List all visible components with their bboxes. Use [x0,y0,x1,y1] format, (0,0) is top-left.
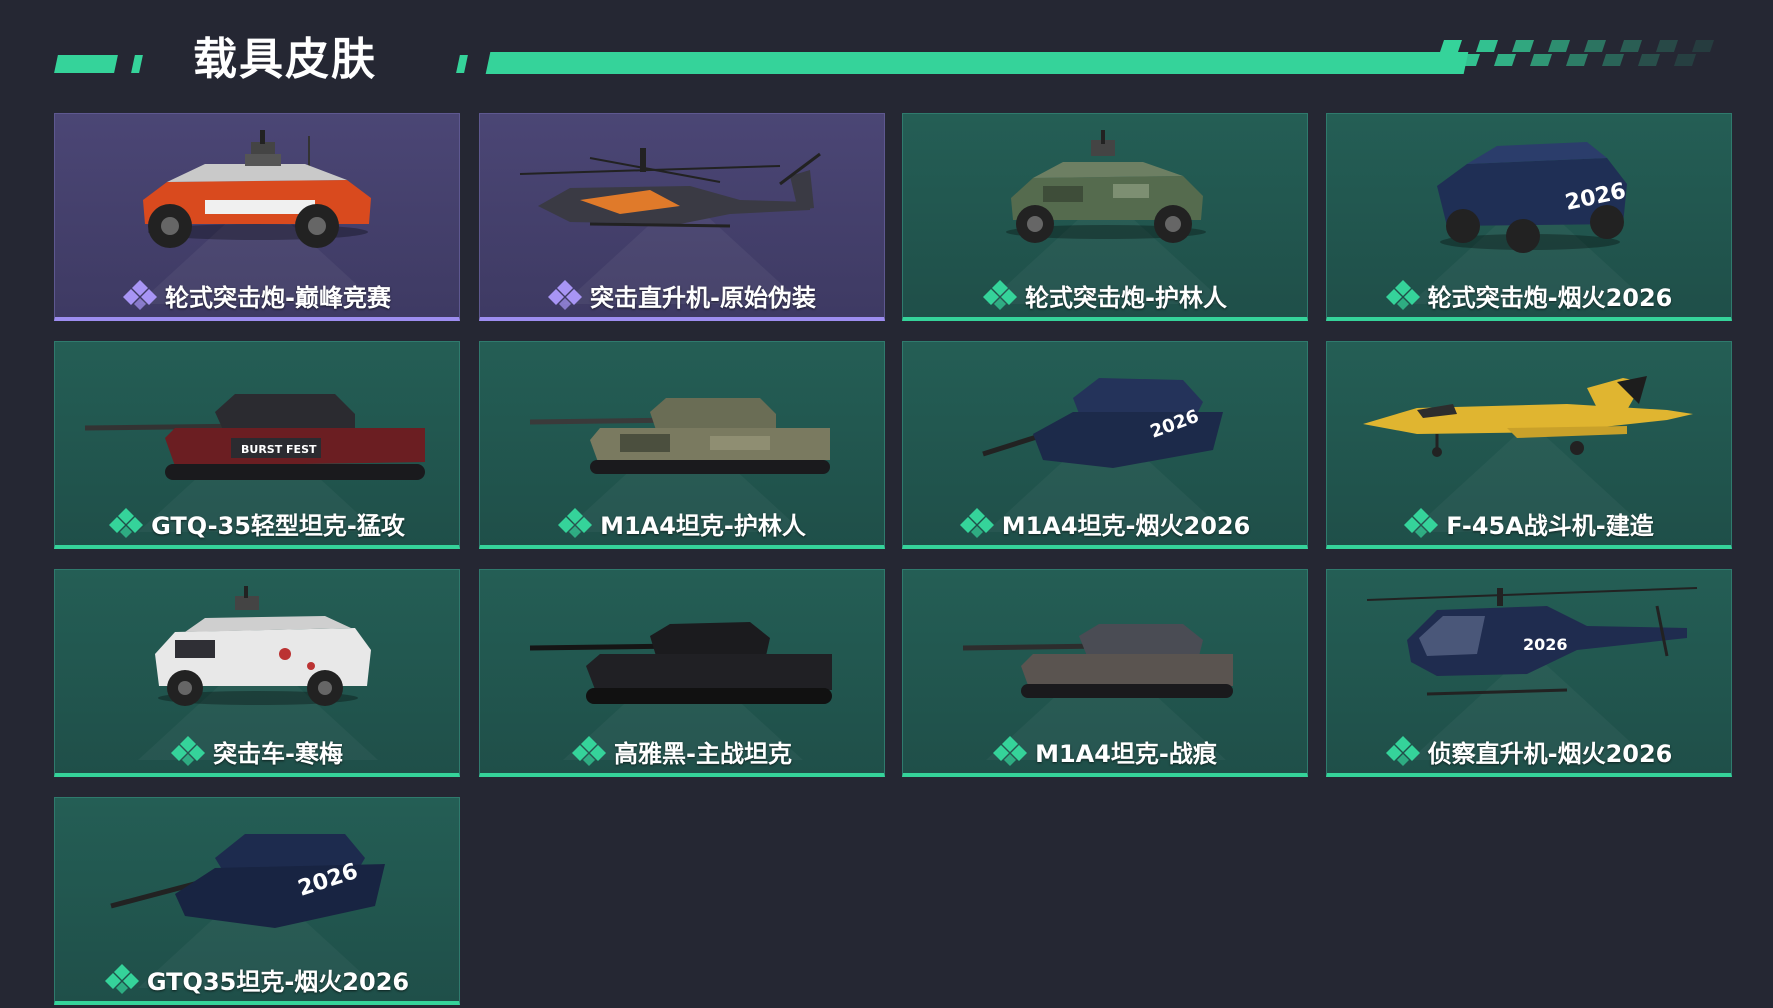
card-label-row: 高雅黑-主战坦克 [480,731,884,771]
skin-name: M1A4坦克-战痕 [1035,739,1217,768]
skin-card[interactable]: BURST FEST GTQ-35轻型坦克-猛攻 [54,341,460,549]
light-tank-red-icon: BURST FEST [84,394,425,480]
diamond-gem-icon [1404,508,1439,538]
tank-black-icon [529,622,832,704]
section-header: 载具皮肤 [0,0,1773,110]
header-checker-decoration [1440,40,1714,66]
skin-card[interactable]: 2026 GTQ35坦克-烟火2026 [54,797,460,1005]
diamond-gem-icon [1385,280,1420,310]
diamond-gem-icon [171,736,206,766]
skin-name: GTQ35坦克-烟火2026 [146,967,410,996]
header-stripe-small [131,55,143,73]
header-stripe-small-right [456,55,468,73]
tank-navy-icon: 2026 [982,378,1223,468]
card-label-row: M1A4坦克-战痕 [903,731,1307,771]
card-label-row: GTQ-35轻型坦克-猛攻 [55,503,459,543]
diamond-gem-icon [993,736,1028,766]
card-label-row: 轮式突击炮-烟火2026 [1327,275,1731,315]
assault-vehicle-white-icon [155,586,371,706]
skin-card[interactable]: M1A4坦克-战痕 [902,569,1308,777]
skin-name: 轮式突击炮-护林人 [1025,283,1227,312]
diamond-gem-icon [123,280,158,310]
diamond-gem-icon [109,508,144,538]
diamond-gem-icon [104,964,139,994]
tank-camo-icon [529,398,830,474]
skin-name: 轮式突击炮-烟火2026 [1427,283,1673,312]
card-label-row: 侦察直升机-烟火2026 [1327,731,1731,771]
skin-name: GTQ-35轻型坦克-猛攻 [151,511,405,540]
scout-helicopter-navy-icon: 2026 [1366,587,1698,696]
tank-grey-icon [962,624,1233,698]
card-label-row: F-45A战斗机-建造 [1327,503,1731,543]
header-stripe-left [54,55,118,73]
skin-card[interactable]: 2026 轮式突击炮-烟火2026 [1326,113,1732,321]
vehicle-skin-grid: 轮式突击炮-巅峰竞赛 突击直升机-原始伪装 轮式突击炮-护林人 2026 轮式突… [54,113,1734,1008]
card-label-row: 突击直升机-原始伪装 [480,275,884,315]
badge-2026: 2026 [1523,635,1568,654]
diamond-gem-icon [548,280,583,310]
fighter-jet-yellow-icon [1363,376,1693,457]
skin-name: M1A4坦克-烟火2026 [1001,511,1251,540]
card-label-row: M1A4坦克-护林人 [480,503,884,543]
skin-name: 高雅黑-主战坦克 [614,739,792,768]
card-label-row: 突击车-寒梅 [55,731,459,771]
page-title: 载具皮肤 [193,34,377,85]
attack-helicopter-icon [519,148,821,228]
skin-card[interactable]: M1A4坦克-护林人 [479,341,885,549]
diamond-gem-icon [983,280,1018,310]
card-label-row: GTQ35坦克-烟火2026 [55,959,459,999]
burst-fest-decal: BURST FEST [241,443,317,456]
tank-navy-2026-icon: 2026 [110,834,385,928]
skin-card[interactable]: 突击直升机-原始伪装 [479,113,885,321]
diamond-gem-icon [1385,736,1420,766]
skin-card[interactable]: 轮式突击炮-护林人 [902,113,1308,321]
diamond-gem-icon [558,508,593,538]
skin-card[interactable]: 突击车-寒梅 [54,569,460,777]
skin-name: 轮式突击炮-巅峰竞赛 [165,283,391,312]
card-label-row: 轮式突击炮-护林人 [903,275,1307,315]
skin-name: 侦察直升机-烟火2026 [1427,739,1673,768]
diamond-gem-icon [959,508,994,538]
diamond-gem-icon [572,736,607,766]
skin-name: M1A4坦克-护林人 [600,511,806,540]
card-label-row: M1A4坦克-烟火2026 [903,503,1307,543]
skin-name: 突击车-寒梅 [213,739,343,768]
wheeled-assault-gun-navy-icon: 2026 [1437,142,1628,253]
header-accent-bar [485,52,1469,74]
skin-card[interactable]: F-45A战斗机-建造 [1326,341,1732,549]
skin-card[interactable]: 2026 侦察直升机-烟火2026 [1326,569,1732,777]
skin-card[interactable]: 轮式突击炮-巅峰竞赛 [54,113,460,321]
wheeled-assault-gun-red-icon [143,130,371,248]
card-label-row: 轮式突击炮-巅峰竞赛 [55,275,459,315]
skin-name: 突击直升机-原始伪装 [590,283,816,312]
skin-card[interactable]: 高雅黑-主战坦克 [479,569,885,777]
skin-card[interactable]: 2026 M1A4坦克-烟火2026 [902,341,1308,549]
wheeled-assault-gun-camo-icon [1006,130,1206,243]
skin-name: F-45A战斗机-建造 [1446,511,1654,540]
